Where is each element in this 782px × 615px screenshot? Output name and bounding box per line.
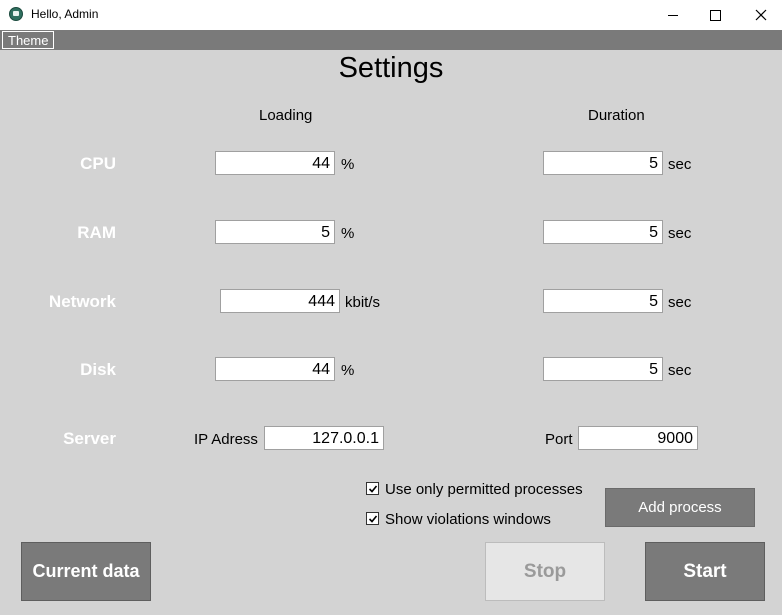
- ip-address-input[interactable]: 127.0.0.1: [264, 426, 384, 450]
- disk-duration-input[interactable]: 5: [543, 357, 663, 381]
- network-duration-input[interactable]: 5: [543, 289, 663, 313]
- ip-address-label: IP Adress: [194, 431, 258, 448]
- page-title: Settings: [338, 52, 444, 84]
- server-label: Server: [63, 429, 116, 448]
- maximize-icon: [709, 9, 721, 21]
- disk-duration-unit: sec: [668, 362, 692, 379]
- violation-windows-label: Show violations windows: [385, 511, 551, 528]
- ram-loading-input[interactable]: 5: [215, 220, 335, 244]
- network-loading-input[interactable]: 444: [220, 289, 340, 313]
- permitted-processes-label: Use only permitted processes: [385, 481, 583, 498]
- ram-loading-unit: %: [341, 225, 355, 242]
- network-duration-unit: sec: [668, 294, 692, 311]
- add-process-button[interactable]: Add process: [605, 488, 755, 527]
- disk-loading-input[interactable]: 44: [215, 357, 335, 381]
- loading-column-header: Loading: [259, 107, 313, 124]
- port-input[interactable]: 9000: [578, 426, 698, 450]
- start-button[interactable]: Start: [645, 542, 765, 601]
- checkmark-icon: [368, 515, 378, 523]
- close-button[interactable]: [738, 0, 782, 30]
- violation-windows-checkbox[interactable]: [366, 512, 379, 525]
- duration-column-header: Duration: [588, 107, 645, 124]
- menu-item-theme[interactable]: Theme: [2, 31, 55, 49]
- disk-loading-unit: %: [341, 362, 355, 379]
- current-data-button[interactable]: Current data: [21, 542, 151, 601]
- cpu-label: CPU: [80, 154, 116, 173]
- app-icon: [9, 7, 23, 21]
- close-icon: [755, 9, 767, 21]
- cpu-loading-input[interactable]: 44: [215, 151, 335, 175]
- cpu-duration-unit: sec: [668, 156, 692, 173]
- window-title: Hello, Admin: [31, 7, 99, 21]
- settings-panel: [0, 50, 782, 615]
- port-label: Port: [545, 431, 573, 448]
- ram-duration-unit: sec: [668, 225, 692, 242]
- ram-duration-input[interactable]: 5: [543, 220, 663, 244]
- checkmark-icon: [368, 485, 378, 493]
- ram-label: RAM: [77, 223, 116, 242]
- network-loading-unit: kbit/s: [345, 294, 381, 311]
- cpu-loading-unit: %: [341, 156, 355, 173]
- disk-label: Disk: [80, 360, 116, 379]
- stop-button[interactable]: Stop: [485, 542, 605, 601]
- maximize-button[interactable]: [692, 0, 738, 30]
- permitted-processes-checkbox[interactable]: [366, 482, 379, 495]
- minimize-icon: [668, 14, 678, 16]
- menu-bar: [0, 30, 782, 50]
- cpu-duration-input[interactable]: 5: [543, 151, 663, 175]
- minimize-button[interactable]: [650, 0, 696, 30]
- network-label: Network: [48, 292, 116, 311]
